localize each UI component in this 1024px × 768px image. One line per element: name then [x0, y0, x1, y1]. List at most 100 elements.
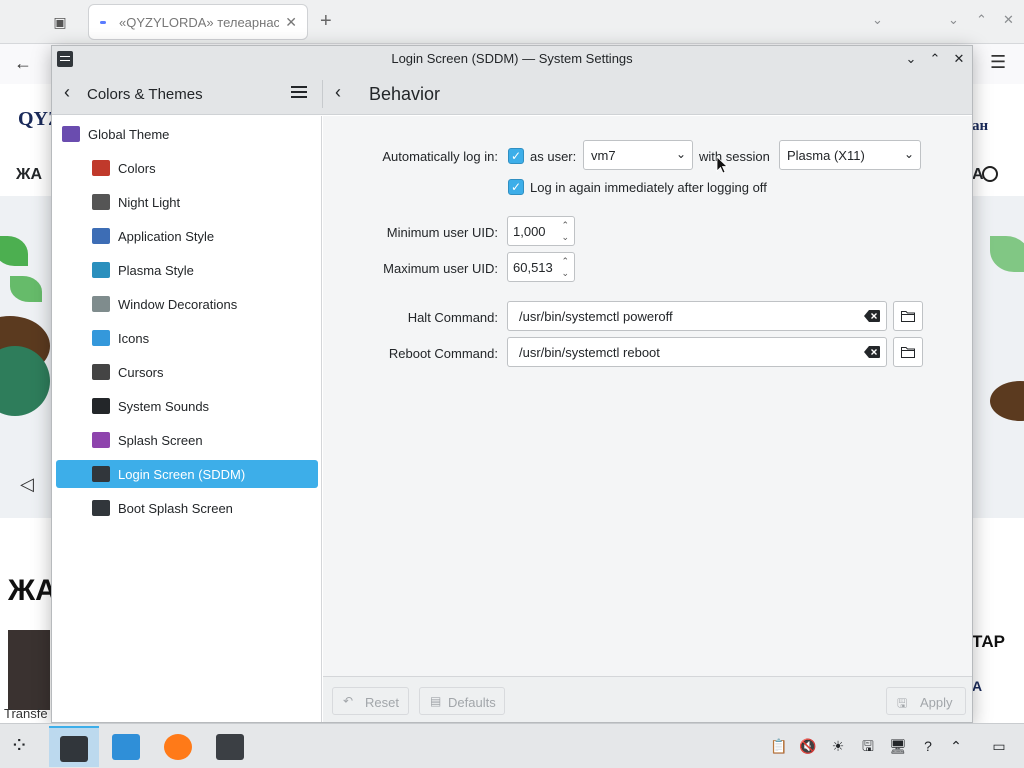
defaults-icon: ▤ [430, 694, 442, 708]
site-section-heading: ЖА [8, 574, 57, 607]
window-decorations-icon [92, 296, 110, 312]
sidebar-item-label: Plasma Style [118, 263, 194, 278]
night-light-icon [92, 194, 110, 210]
reset-button[interactable]: ↶ Reset [332, 687, 409, 715]
defaults-button[interactable]: ▤ Defaults [419, 687, 505, 715]
site-language[interactable]: ан [972, 118, 988, 135]
splash-screen-icon [92, 432, 110, 448]
global-theme-icon [62, 126, 80, 142]
brightness-icon[interactable]: ☀ [829, 737, 847, 755]
window-titlebar[interactable]: Login Screen (SDDM) — System Settings ⌄ … [52, 46, 972, 72]
relogin-checkbox[interactable]: ✓ [508, 179, 524, 195]
reboot-browse-button[interactable] [893, 337, 923, 367]
reboot-command-field[interactable]: /usr/bin/systemctl reboot [507, 337, 887, 367]
news-thumbnail[interactable] [8, 630, 50, 710]
network-icon[interactable]: 🖥 [889, 737, 907, 755]
close-tab-icon[interactable]: ✕ [285, 14, 297, 31]
sidebar-item-label: System Sounds [118, 399, 210, 414]
leaf-illustration [10, 276, 42, 302]
sidebar-item[interactable]: System Sounds [56, 392, 318, 420]
user-combobox[interactable]: vm7 ⌄ [583, 140, 693, 170]
user-combobox-value: vm7 [591, 148, 616, 163]
help-icon[interactable]: ? [919, 737, 937, 755]
session-combobox[interactable]: Plasma (X11) ⌄ [779, 140, 921, 170]
as-user-label[interactable]: as user: [530, 149, 576, 164]
spin-down-icon[interactable]: ⌄ [561, 233, 569, 242]
back-page-icon[interactable]: ‹ [335, 83, 341, 101]
browser-minimize-icon[interactable]: ⌄ [948, 12, 959, 28]
close-icon[interactable]: ✕ [948, 48, 970, 70]
spin-up-icon[interactable]: ⌃ [561, 221, 569, 230]
site-right-sub: А [972, 678, 983, 694]
spin-up-icon[interactable]: ⌃ [561, 257, 569, 266]
sidebar-item[interactable]: Night Light [56, 188, 318, 216]
colors-icon [92, 160, 110, 176]
sidebar-item[interactable]: Global Theme [56, 120, 318, 148]
max-uid-spinbox[interactable]: 60,513 ⌃ ⌄ [507, 252, 575, 282]
min-uid-spinbox[interactable]: 1,000 ⌃ ⌄ [507, 216, 575, 246]
site-nav-left[interactable]: ЖА [16, 166, 42, 184]
site-search-icon[interactable] [982, 166, 998, 182]
new-tab-button[interactable]: + [320, 10, 332, 32]
browser-tab[interactable]: «QYZYLORDA» телеарнасы ✕ [88, 4, 308, 40]
task-konsole[interactable] [205, 726, 255, 767]
sidebar-item-label: Night Light [118, 195, 181, 210]
task-system-settings[interactable] [49, 726, 99, 767]
sidebar-item[interactable]: Login Screen (SDDM) [56, 460, 318, 488]
system-settings-task-icon [60, 736, 88, 762]
tray-expand-icon[interactable]: ⌃ [947, 737, 965, 755]
min-uid-label: Minimum user UID: [386, 225, 498, 240]
sidebar-item[interactable]: Splash Screen [56, 426, 318, 454]
task-discover[interactable] [101, 726, 151, 767]
halt-browse-button[interactable] [893, 301, 923, 331]
header-divider [322, 80, 323, 108]
as-user-checkbox[interactable]: ✓ [508, 148, 524, 164]
sidebar-item-label: Splash Screen [118, 433, 203, 448]
maximize-icon[interactable]: ⌃ [924, 48, 946, 70]
browser-menu-icon[interactable]: ☰ [990, 52, 1006, 73]
browser-close-icon[interactable]: ✕ [1003, 12, 1014, 28]
sidebar-item-label: Login Screen (SDDM) [118, 467, 246, 482]
task-firefox[interactable] [153, 726, 203, 767]
category-title: Colors & Themes [87, 86, 203, 103]
hamburger-menu-icon[interactable] [291, 86, 307, 98]
apply-button[interactable]: 🖫 Apply [886, 687, 966, 715]
relogin-label[interactable]: Log in again immediately after logging o… [530, 180, 767, 195]
back-to-categories-icon[interactable]: ‹ [64, 83, 70, 101]
sidebar-item[interactable]: Application Style [56, 222, 318, 250]
system-sounds-icon [92, 398, 110, 414]
sidebar-item[interactable]: Plasma Style [56, 256, 318, 284]
sidebar-item-label: Cursors [118, 365, 164, 380]
tab-overview-icon[interactable]: ▣ [50, 12, 70, 32]
sidebar-item[interactable]: Cursors [56, 358, 318, 386]
sidebar-item[interactable]: Boot Splash Screen [56, 494, 318, 522]
reset-label: Reset [365, 695, 399, 710]
session-combobox-value: Plasma (X11) [787, 148, 865, 163]
mouse-cursor-icon [716, 156, 728, 174]
app-launcher-icon[interactable]: ⁘ [10, 734, 28, 758]
reset-icon: ↶ [343, 694, 354, 708]
browser-tabbar: ▣ «QYZYLORDA» телеарнасы ✕ + ⌄ ⌄ ⌃ ✕ [0, 0, 1024, 44]
spin-down-icon[interactable]: ⌄ [561, 269, 569, 278]
sidebar-item[interactable]: Window Decorations [56, 290, 318, 318]
clear-text-icon[interactable] [864, 310, 880, 322]
autologin-label: Automatically log in: [382, 149, 498, 164]
clipboard-icon[interactable]: 📋 [770, 737, 788, 755]
halt-command-label: Halt Command: [407, 310, 498, 325]
minimize-icon[interactable]: ⌄ [900, 48, 922, 70]
clear-text-icon[interactable] [864, 346, 880, 358]
page-footer: ↶ Reset ▤ Defaults 🖫 Apply [323, 676, 972, 722]
behavior-page: Automatically log in: ✓ as user: vm7 ⌄ w… [323, 116, 972, 722]
browser-maximize-icon[interactable]: ⌃ [976, 12, 987, 28]
min-uid-value: 1,000 [513, 224, 546, 239]
sidebar-item[interactable]: Icons [56, 324, 318, 352]
storage-icon[interactable]: 🖫 [859, 737, 877, 755]
sidebar-item[interactable]: Colors [56, 154, 318, 182]
volume-muted-icon[interactable]: 🔇 [799, 737, 817, 755]
show-desktop-icon[interactable]: ▭ [990, 737, 1008, 755]
carousel-prev-icon[interactable]: ◁ [20, 474, 34, 495]
browser-back-icon[interactable]: ← [14, 53, 32, 74]
halt-command-field[interactable]: /usr/bin/systemctl poweroff [507, 301, 887, 331]
tab-list-icon[interactable]: ⌄ [872, 12, 883, 28]
save-icon: 🖫 [897, 696, 908, 710]
